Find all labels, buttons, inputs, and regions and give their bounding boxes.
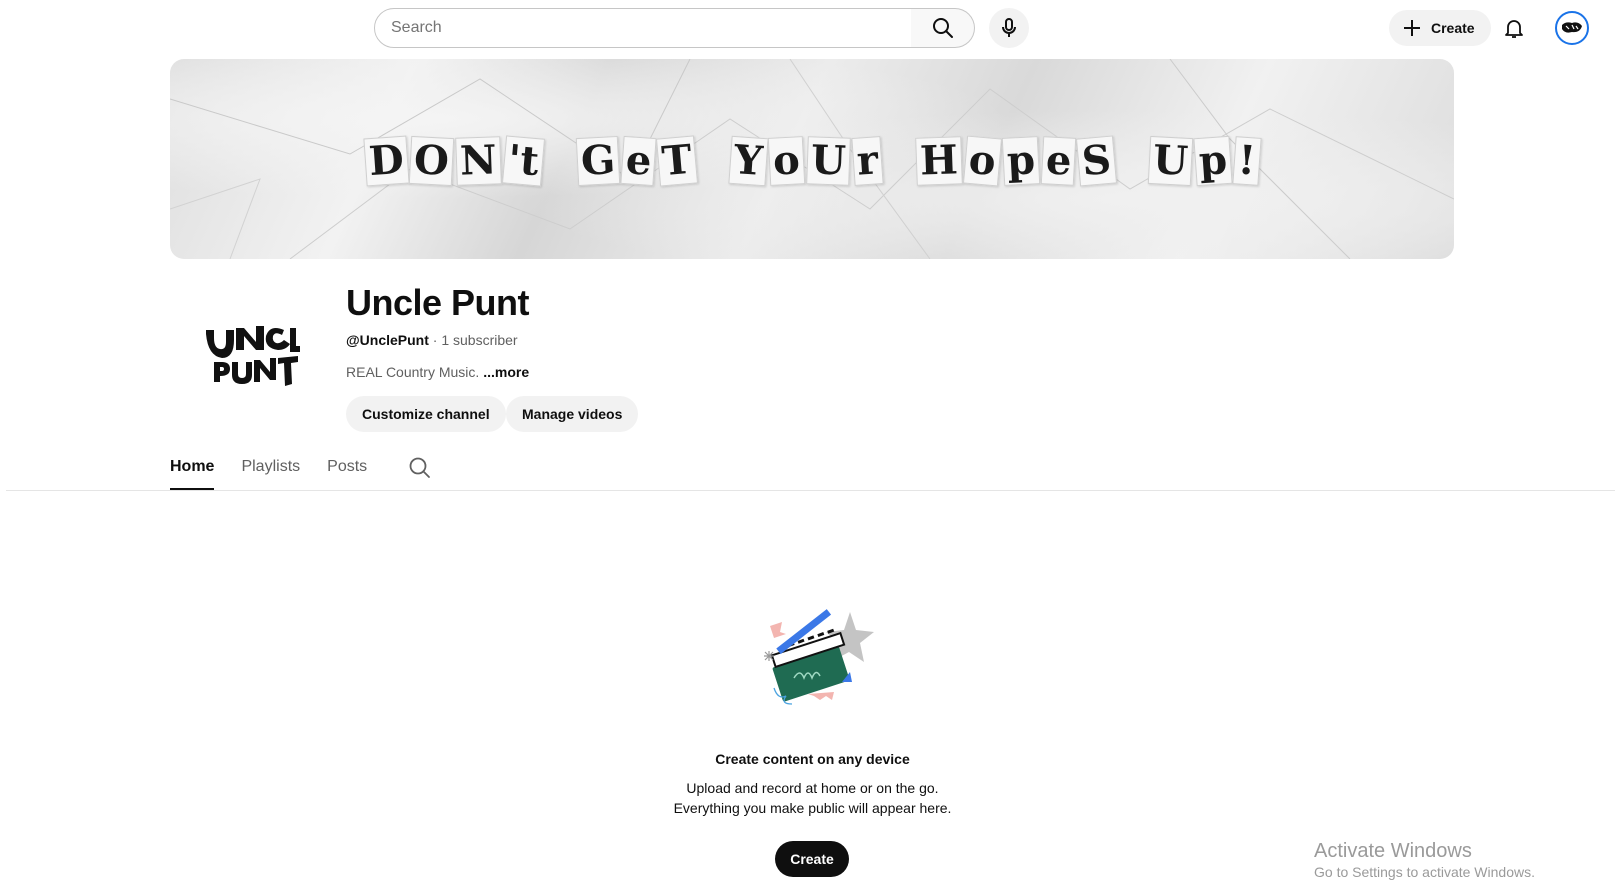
cutout-letter: e: [620, 135, 657, 187]
search-button[interactable]: [911, 8, 975, 48]
activate-windows-subtitle: Go to Settings to activate Windows.: [1314, 864, 1535, 880]
cutout-letter: S: [1075, 135, 1117, 187]
microphone-icon: [1002, 18, 1016, 37]
customize-channel-button[interactable]: Customize channel: [346, 396, 506, 432]
cutout-letter: !: [1232, 136, 1261, 186]
channel-tabs: Home Playlists Posts: [170, 448, 394, 490]
more-link[interactable]: ...more: [479, 364, 529, 380]
search-icon: [409, 457, 430, 478]
channel-logo-icon: [206, 326, 300, 386]
cutout-letter: 't: [501, 135, 545, 187]
banner-word: U p !: [1147, 135, 1261, 187]
create-button-label: Create: [1431, 20, 1475, 36]
cutout-letter: r: [851, 136, 884, 186]
cutout-letter: T: [656, 135, 698, 187]
cutout-letter: U: [1147, 135, 1194, 187]
plus-icon: [1404, 20, 1420, 36]
cutout-letter: o: [768, 136, 806, 186]
tabs-divider: [6, 490, 1615, 491]
cutout-letter: H: [915, 136, 963, 186]
manage-videos-button[interactable]: Manage videos: [506, 396, 639, 432]
create-content-button[interactable]: Create: [775, 841, 849, 877]
channel-name: Uncle Punt: [346, 282, 530, 323]
cutout-letter: p: [1001, 136, 1040, 186]
banner-word: H o p e S: [915, 135, 1117, 187]
search-box[interactable]: [374, 8, 912, 48]
clapperboard-illustration: [764, 609, 874, 705]
notifications-button[interactable]: [1494, 8, 1534, 48]
empty-state-title: Create content on any device: [715, 751, 910, 767]
channel-banner: D O N 't G e T Y o U r H o p e S U p !: [170, 59, 1454, 259]
tab-playlists[interactable]: Playlists: [241, 448, 300, 490]
channel-handle: @UnclePunt: [346, 332, 429, 348]
banner-slogan: D O N 't G e T Y o U r H o p e S U p !: [170, 135, 1454, 187]
cutout-letter: U: [806, 136, 851, 186]
cutout-letter: Y: [728, 135, 769, 187]
channel-page: Create D O N 't G e T: [0, 0, 1615, 891]
banner-word: G e T: [575, 135, 698, 187]
cutout-letter: N: [455, 136, 502, 186]
cutout-letter: G: [575, 135, 620, 187]
channel-search-button[interactable]: [408, 456, 432, 485]
tab-home[interactable]: Home: [170, 448, 215, 490]
search-icon: [932, 18, 953, 38]
cutout-letter: e: [1040, 136, 1077, 186]
cutout-letter: o: [962, 135, 1002, 187]
cutout-letter: D: [363, 135, 409, 187]
channel-logo-icon: [1562, 22, 1582, 33]
voice-search-button[interactable]: [989, 8, 1029, 48]
subscriber-count: 1 subscriber: [441, 332, 518, 348]
banner-word: D O N 't: [363, 135, 545, 187]
cutout-letter: O: [409, 135, 455, 187]
create-button[interactable]: Create: [1389, 10, 1491, 46]
description-text: REAL Country Music.: [346, 364, 480, 380]
empty-state-line: Upload and record at home or on the go.: [686, 780, 939, 796]
bell-icon: [1505, 20, 1523, 38]
cutout-letter: p: [1193, 135, 1233, 187]
meta-separator: ·: [428, 332, 442, 348]
channel-description[interactable]: REAL Country Music. ...more: [346, 364, 529, 380]
account-avatar[interactable]: [1555, 11, 1589, 45]
tab-posts[interactable]: Posts: [327, 448, 367, 490]
activate-windows-title: Activate Windows: [1314, 840, 1472, 862]
channel-avatar[interactable]: [186, 289, 314, 417]
empty-state-line: Everything you make public will appear h…: [673, 800, 952, 816]
search-input[interactable]: [391, 19, 911, 37]
channel-meta: @UnclePunt · 1 subscriber: [346, 332, 518, 348]
empty-state-description: Upload and record at home or on the go. …: [0, 778, 1615, 818]
banner-word: Y o U r: [728, 135, 884, 187]
